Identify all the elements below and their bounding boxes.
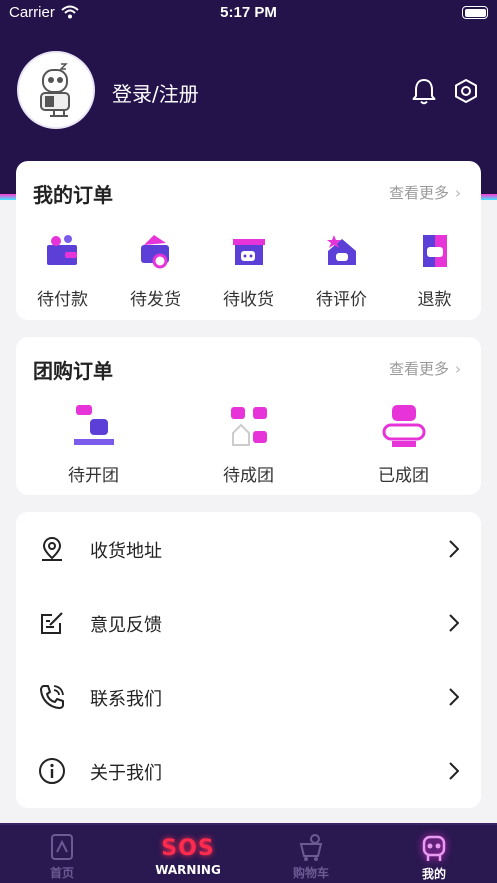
chevron-right-icon: › <box>455 360 461 378</box>
group-status-label: 已成团 <box>378 466 429 486</box>
tab-label: 购物车 <box>292 866 329 880</box>
avatar[interactable] <box>17 51 95 129</box>
menu-item-label: 收货地址 <box>90 541 162 562</box>
info-icon <box>39 758 65 784</box>
bell-icon[interactable] <box>411 77 437 105</box>
location-pin-icon <box>42 536 62 561</box>
group-status-completed[interactable]: 已成团 <box>326 403 481 486</box>
menu-item-shipping-address[interactable]: 收货地址 <box>16 512 481 586</box>
group-status-label: 待成团 <box>223 466 274 486</box>
menu-item-label: 联系我们 <box>90 689 162 710</box>
wallet-icon <box>46 235 77 265</box>
order-status-label: 待收货 <box>223 290 274 310</box>
order-status-refund[interactable]: 退款 <box>388 231 481 310</box>
group-buy-view-more-label: 查看更多 <box>388 360 449 378</box>
chevron-right-icon <box>449 762 459 780</box>
order-status-label: 待发货 <box>130 290 181 310</box>
orders-title: 我的订单 <box>33 183 113 207</box>
cart-robot-icon <box>299 834 323 861</box>
login-register-link[interactable]: 登录/注册 <box>112 78 199 107</box>
order-status-pending-receipt[interactable]: 待收货 <box>202 231 295 310</box>
order-status-label: 待付款 <box>37 290 88 310</box>
refund-icon <box>422 235 447 267</box>
gear-icon[interactable] <box>453 78 479 104</box>
orders-view-more-label: 查看更多 <box>388 184 449 202</box>
chevron-right-icon <box>449 540 459 558</box>
chevron-right-icon <box>449 688 459 706</box>
group-buy-card: 团购订单 查看更多 › 待开团 待成团 已成团 <box>16 337 481 495</box>
tab-cart[interactable]: 购物车 <box>279 825 343 883</box>
tab-label: 首页 <box>49 866 74 880</box>
order-status-label: 待评价 <box>316 290 367 310</box>
group-status-label: 待开团 <box>68 466 119 486</box>
order-status-label: 退款 <box>417 290 452 310</box>
order-status-pending-payment[interactable]: 待付款 <box>16 231 109 310</box>
robot-chat-icon <box>73 405 114 445</box>
tab-label: 我的 <box>421 867 446 881</box>
menu-item-about-us[interactable]: 关于我们 <box>16 734 481 808</box>
my-orders-card: 我的订单 查看更多 › 待付款 待发货 待收货 待评价 退款 <box>16 161 481 320</box>
bottom-tab-bar: 首页 SOS WARNING 购物车 我的 <box>0 823 497 883</box>
order-status-pending-shipment[interactable]: 待发货 <box>109 231 202 310</box>
sos-badge: SOS <box>161 836 215 861</box>
battery-icon <box>462 6 488 19</box>
menu-item-label: 关于我们 <box>90 763 162 784</box>
robot-avatar-icon <box>40 63 70 117</box>
settings-menu-card: 收货地址 意见反馈 联系我们 关于我们 <box>16 512 481 808</box>
phone-icon <box>40 685 64 709</box>
delivery-box-icon <box>232 239 265 265</box>
menu-item-contact-us[interactable]: 联系我们 <box>16 660 481 734</box>
orders-view-more[interactable]: 查看更多 › <box>389 182 461 203</box>
tab-label: WARNING <box>155 863 221 877</box>
tab-sos-warning[interactable]: SOS WARNING <box>148 825 228 883</box>
group-buy-title: 团购订单 <box>33 359 113 383</box>
group-status-pending-open[interactable]: 待开团 <box>16 403 171 486</box>
chevron-right-icon <box>449 614 459 632</box>
edit-note-icon <box>41 612 63 634</box>
robot-group-icon <box>230 407 267 446</box>
home-robot-icon <box>51 834 73 860</box>
shipping-icon <box>140 235 169 269</box>
status-time: 5:17 PM <box>220 4 277 21</box>
group-buy-view-more[interactable]: 查看更多 › <box>389 358 461 379</box>
menu-item-label: 意见反馈 <box>90 615 162 636</box>
chevron-right-icon: › <box>455 184 461 202</box>
group-status-pending-complete[interactable]: 待成团 <box>171 403 326 486</box>
profile-robot-icon <box>422 835 446 861</box>
tab-home[interactable]: 首页 <box>30 825 94 883</box>
tab-profile[interactable]: 我的 <box>402 825 466 883</box>
robot-ready-icon <box>382 405 425 447</box>
menu-item-feedback[interactable]: 意见反馈 <box>16 586 481 660</box>
order-status-pending-review[interactable]: 待评价 <box>295 231 388 310</box>
status-bar: Carrier 5:17 PM <box>0 0 497 26</box>
review-house-icon <box>326 235 356 265</box>
